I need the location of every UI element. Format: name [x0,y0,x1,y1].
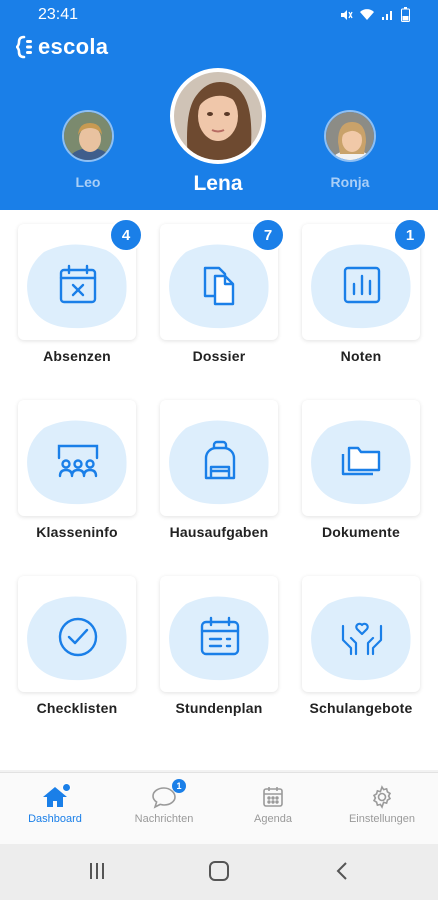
bottom-navigation: Dashboard Nachrichten 1 Agenda Einstellu… [0,772,438,844]
student-name-3[interactable]: Ronja [310,174,390,190]
classroom-icon [57,444,99,478]
back-icon[interactable] [332,860,354,882]
folder-icon [341,446,381,476]
nav-label: Agenda [254,813,292,825]
gear-icon [372,785,392,809]
check-circle-icon [58,617,98,657]
tile-label: Dossier [192,348,246,364]
mute-icon [341,9,353,20]
child-photo [174,72,262,160]
notification-badge: 7 [251,218,285,252]
student-name-2[interactable]: Lena [168,172,268,196]
hands-heart-icon [341,622,383,656]
wifi-icon [360,9,374,20]
nav-dashboard[interactable]: Dashboard [5,785,105,825]
nav-label: Nachrichten [134,813,194,825]
logo-text: escola [38,34,109,59]
tile-label: Checklisten [36,700,118,716]
home-button-icon[interactable] [208,860,230,882]
timetable-icon [200,616,240,656]
signal-icon [382,11,392,20]
calendar-icon [263,787,283,807]
avatar-student-3[interactable] [324,110,376,162]
avatar-student-1[interactable] [62,110,114,162]
tile-label: Absenzen [43,348,111,364]
tile-klasseninfo[interactable] [18,400,136,516]
escola-logo: escola [16,34,108,60]
student-name-1[interactable]: Leo [48,174,128,190]
tile-hausaufgaben[interactable] [160,400,278,516]
app-header: 23:41 escola Leo Lena Ronja [0,0,438,210]
tile-label: Stundenplan [175,700,263,716]
status-bar: 23:41 [0,0,438,30]
tile-label: Dokumente [321,524,401,540]
tile-schulangebote[interactable] [302,576,420,692]
tile-label: Klasseninfo [36,524,118,540]
backpack-icon [204,440,236,480]
nav-agenda[interactable]: Agenda [223,785,323,825]
nav-nachrichten[interactable]: Nachrichten [114,785,214,825]
message-count-badge: 1 [172,779,186,793]
nav-einstellungen[interactable]: Einstellungen [332,785,432,825]
nav-label: Dashboard [28,813,82,825]
notification-badge: 4 [109,218,143,252]
bar-chart-icon [343,266,381,304]
notification-badge: 1 [393,218,427,252]
battery-icon [401,7,410,22]
system-navigation-bar [0,844,438,900]
tile-label: Noten [340,348,382,364]
unread-dot [62,783,71,792]
escola-logo-icon [16,35,32,59]
tile-label: Schulangebote [309,700,413,716]
nav-label: Einstellungen [348,813,416,825]
child-photo [326,112,374,160]
avatar-student-2[interactable] [170,68,266,164]
dashboard-grid: 4 Absenzen 7 Dossier 1 Noten Klasseninfo [0,210,438,770]
recent-apps-icon[interactable] [86,860,108,882]
tile-checklisten[interactable] [18,576,136,692]
tile-dokumente[interactable] [302,400,420,516]
child-photo [64,112,112,160]
tile-label: Hausaufgaben [169,524,269,540]
status-time: 23:41 [38,6,79,23]
tile-stundenplan[interactable] [160,576,278,692]
status-icons [339,7,410,22]
calendar-x-icon [59,264,97,304]
documents-icon [203,266,235,306]
